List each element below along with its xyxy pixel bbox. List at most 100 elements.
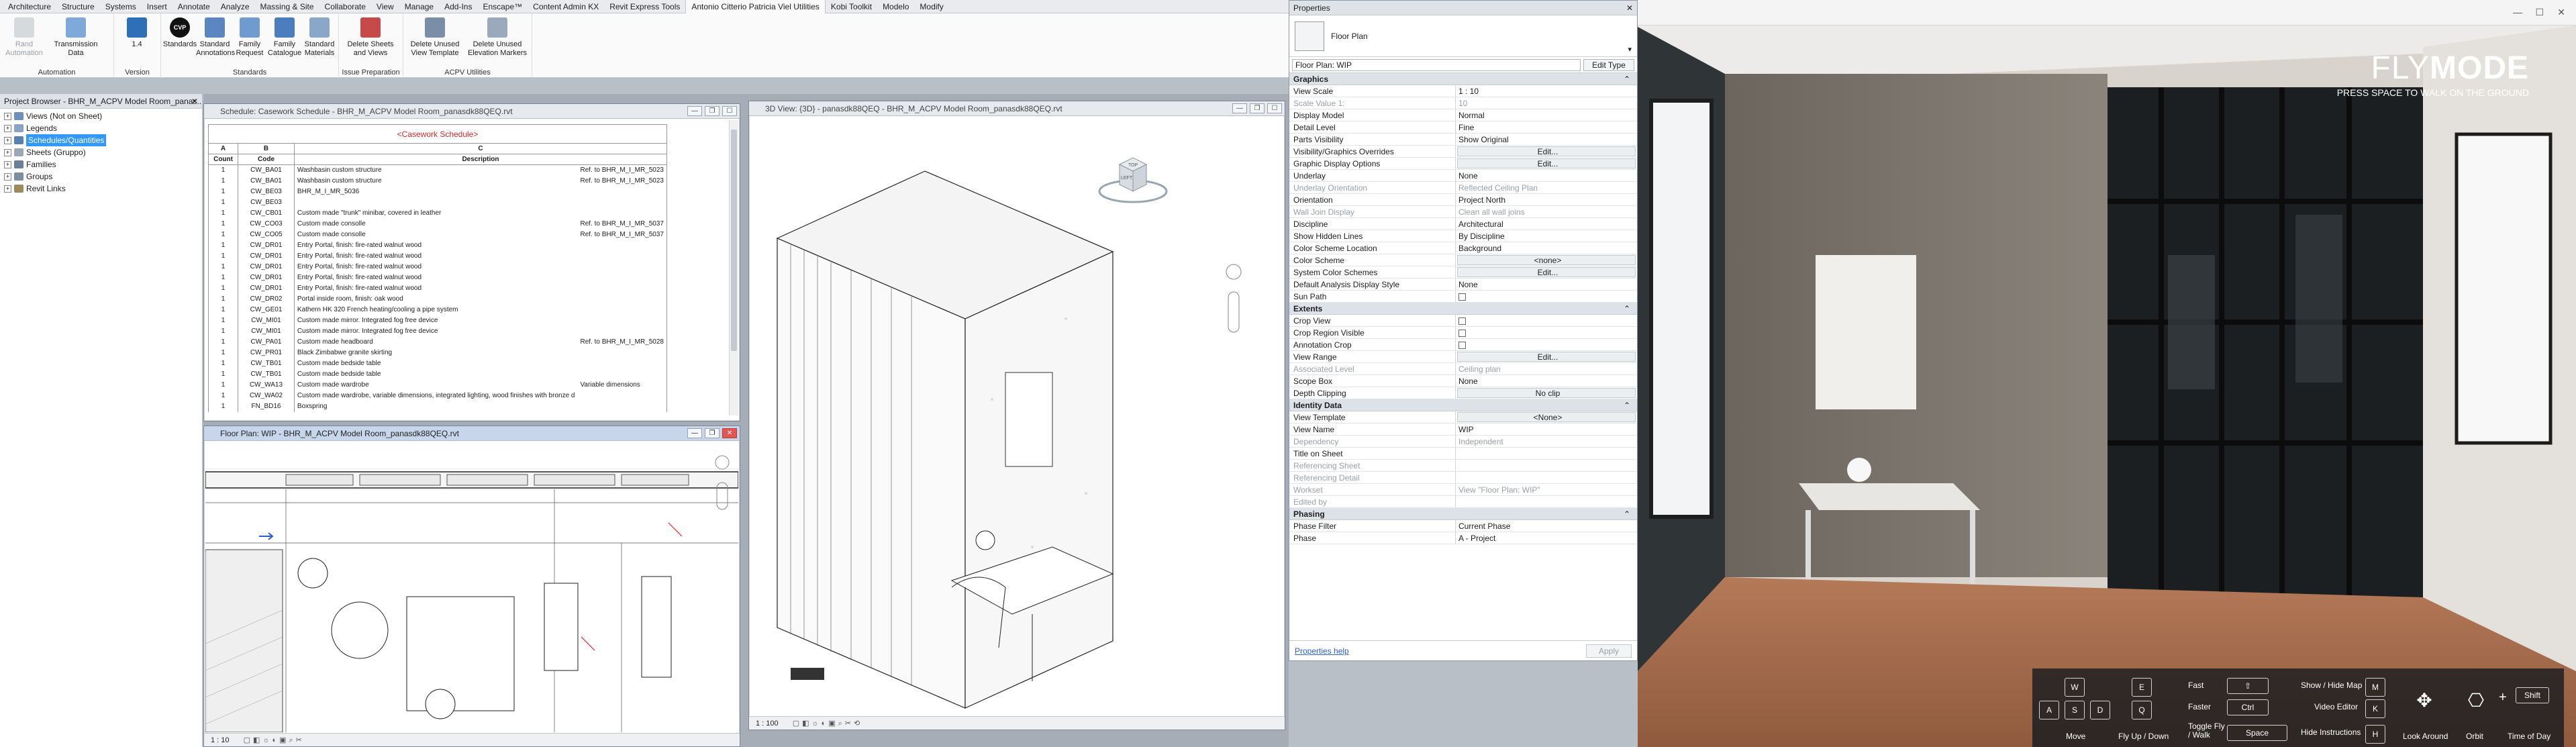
- table-row[interactable]: 1 CW_BA01 Washbasin custom structure Ref. t…: [208, 164, 668, 176]
- col-header[interactable]: Count: [208, 154, 239, 165]
- tree-item[interactable]: + Families: [0, 158, 202, 170]
- property-row[interactable]: Graphic Display Options Edit...: [1289, 158, 1637, 170]
- restore-icon[interactable]: ❐: [705, 106, 720, 116]
- property-row[interactable]: Annotation Crop: [1289, 339, 1637, 351]
- property-row[interactable]: Referencing Sheet: [1289, 460, 1637, 472]
- property-edit-button[interactable]: Edit...: [1457, 352, 1636, 362]
- table-row[interactable]: 1 CW_DR01 Entry Portal, finish: fire-rated…: [208, 250, 668, 262]
- tree-item[interactable]: + Sheets (Gruppo): [0, 146, 202, 158]
- ribbon-tab[interactable]: Architecture: [3, 0, 56, 13]
- property-row[interactable]: Default Analysis Display Style None: [1289, 279, 1637, 291]
- property-edit-button[interactable]: Edit...: [1457, 146, 1636, 156]
- tree-item[interactable]: + Schedules/Quantities: [0, 134, 202, 146]
- checkbox[interactable]: [1458, 330, 1466, 338]
- property-value[interactable]: Background: [1456, 242, 1637, 254]
- property-row[interactable]: Orientation Project North: [1289, 194, 1637, 206]
- checkbox[interactable]: [1458, 342, 1466, 350]
- checkbox[interactable]: [1458, 293, 1466, 301]
- standard-annotations-button[interactable]: Standard Annotations: [196, 17, 235, 58]
- restore-icon[interactable]: ❐: [1250, 103, 1265, 113]
- property-row[interactable]: Parts Visibility Show Original: [1289, 134, 1637, 146]
- property-row[interactable]: Scale Value 1: 10: [1289, 97, 1637, 109]
- standard-materials-button[interactable]: Standard Materials: [301, 17, 338, 58]
- col-letter[interactable]: C: [293, 143, 668, 154]
- table-row[interactable]: 1 CW_DR01 Entry Portal, finish: fire-rated…: [208, 261, 668, 272]
- property-section-header[interactable]: Extents ⌃: [1289, 303, 1637, 315]
- table-row[interactable]: 1 CW_WA02 Custom made wardrobe, variable d…: [208, 390, 668, 401]
- property-row[interactable]: Underlay Orientation Reflected Ceiling Pl…: [1289, 182, 1637, 194]
- property-edit-button[interactable]: No clip: [1457, 388, 1636, 398]
- collapse-icon[interactable]: ⌃: [1624, 508, 1630, 520]
- family-request-button[interactable]: Family Request: [231, 17, 268, 58]
- property-row[interactable]: System Color Schemes Edit...: [1289, 266, 1637, 279]
- property-row[interactable]: Phase A - Project: [1289, 532, 1637, 544]
- property-row[interactable]: Sun Path: [1289, 291, 1637, 303]
- property-value[interactable]: By Discipline: [1456, 230, 1637, 242]
- property-row[interactable]: View Name WIP: [1289, 424, 1637, 436]
- table-row[interactable]: 1 FN_BD16 Boxspring: [208, 401, 668, 412]
- flymode-viewport[interactable]: — ☐ ✕ FLYMODE PRESS SPACE TO WALK ON THE…: [1638, 0, 2576, 747]
- property-value[interactable]: None: [1456, 170, 1637, 181]
- expand-icon[interactable]: +: [4, 136, 11, 144]
- property-row[interactable]: Detail Level Fine: [1289, 121, 1637, 134]
- ribbon-tab[interactable]: Structure: [56, 0, 100, 13]
- close-icon[interactable]: ✕: [2557, 7, 2565, 18]
- property-row[interactable]: View Template <None>: [1289, 411, 1637, 424]
- collapse-icon[interactable]: ⌃: [1624, 303, 1630, 315]
- rand-automation-button[interactable]: Rand Automation: [5, 17, 43, 58]
- property-value[interactable]: Project North: [1456, 194, 1637, 205]
- tree-item[interactable]: + Groups: [0, 170, 202, 183]
- property-row[interactable]: Visibility/Graphics Overrides Edit...: [1289, 146, 1637, 158]
- property-edit-button[interactable]: Edit...: [1457, 267, 1636, 277]
- property-row[interactable]: Crop View: [1289, 315, 1637, 327]
- table-row[interactable]: 1 CW_MI01 Custom made mirror. Integrated f…: [208, 326, 668, 337]
- expand-icon[interactable]: +: [4, 112, 11, 120]
- minimize-icon[interactable]: —: [687, 106, 702, 116]
- restore-icon[interactable]: ❐: [705, 428, 720, 438]
- ribbon-tab[interactable]: Modify: [914, 0, 948, 13]
- schedule-window-title[interactable]: Schedule: Casework Schedule - BHR_M_ACPV…: [204, 104, 740, 119]
- property-value[interactable]: None: [1456, 279, 1637, 290]
- ribbon-tab[interactable]: Modelo: [877, 0, 914, 13]
- property-row[interactable]: Discipline Architectural: [1289, 218, 1637, 230]
- property-row[interactable]: Title on Sheet: [1289, 448, 1637, 460]
- minimize-icon[interactable]: —: [1232, 103, 1247, 113]
- checkbox[interactable]: [1458, 317, 1466, 326]
- delete-unused-view-template-button[interactable]: Delete Unused View Template: [406, 17, 464, 58]
- maximize-icon[interactable]: ☐: [2535, 7, 2544, 18]
- property-value[interactable]: Normal: [1456, 109, 1637, 121]
- property-row[interactable]: Show Hidden Lines By Discipline: [1289, 230, 1637, 242]
- property-value[interactable]: A - Project: [1456, 532, 1637, 544]
- ribbon-tab[interactable]: Manage: [399, 0, 439, 13]
- property-row[interactable]: Edited by: [1289, 496, 1637, 508]
- property-section-header[interactable]: Identity Data ⌃: [1289, 399, 1637, 411]
- property-value[interactable]: None: [1456, 375, 1637, 387]
- table-row[interactable]: 1 CW_CB01 Custom made "trunk" minibar, cov…: [208, 207, 668, 219]
- property-row[interactable]: Crop Region Visible: [1289, 327, 1637, 339]
- expand-icon[interactable]: +: [4, 124, 11, 132]
- property-value[interactable]: Architectural: [1456, 218, 1637, 230]
- scrollbar-thumb[interactable]: [731, 130, 737, 351]
- delete-unused-elevation-markers-button[interactable]: Delete Unused Elevation Markers: [466, 17, 528, 58]
- property-value[interactable]: Fine: [1456, 121, 1637, 133]
- table-row[interactable]: 1 CW_MI01 Custom made mirror. Integrated f…: [208, 315, 668, 326]
- property-row[interactable]: Display Model Normal: [1289, 109, 1637, 121]
- col-header[interactable]: Code: [238, 154, 295, 165]
- property-row[interactable]: View Scale 1 : 10: [1289, 85, 1637, 97]
- table-row[interactable]: 1 CW_PA01 Custom made headboard Ref. to BHR…: [208, 336, 668, 348]
- ribbon-tab[interactable]: Add-Ins: [439, 0, 477, 13]
- ribbon-tab[interactable]: Collaborate: [319, 0, 371, 13]
- view-control-icons[interactable]: ▢◧☼◐▣⌕✂⟲: [793, 719, 863, 728]
- property-row[interactable]: Associated Level Ceiling plan: [1289, 363, 1637, 375]
- col-letter[interactable]: A: [208, 143, 239, 154]
- property-row[interactable]: Phase Filter Current Phase: [1289, 520, 1637, 532]
- property-row[interactable]: Wall Join Display Clean all wall joins: [1289, 206, 1637, 218]
- property-value[interactable]: [1456, 448, 1637, 459]
- expand-icon[interactable]: +: [4, 185, 11, 193]
- table-row[interactable]: 1 CW_DR01 Entry Portal, finish: fire-rated…: [208, 272, 668, 283]
- property-row[interactable]: Workset View "Floor Plan: WIP": [1289, 484, 1637, 496]
- maximize-icon[interactable]: ☐: [722, 106, 737, 116]
- table-row[interactable]: 1 CW_TB01 Custom made bedside table: [208, 358, 668, 369]
- property-section-header[interactable]: Graphics ⌃: [1289, 73, 1637, 85]
- col-letter[interactable]: B: [238, 143, 295, 154]
